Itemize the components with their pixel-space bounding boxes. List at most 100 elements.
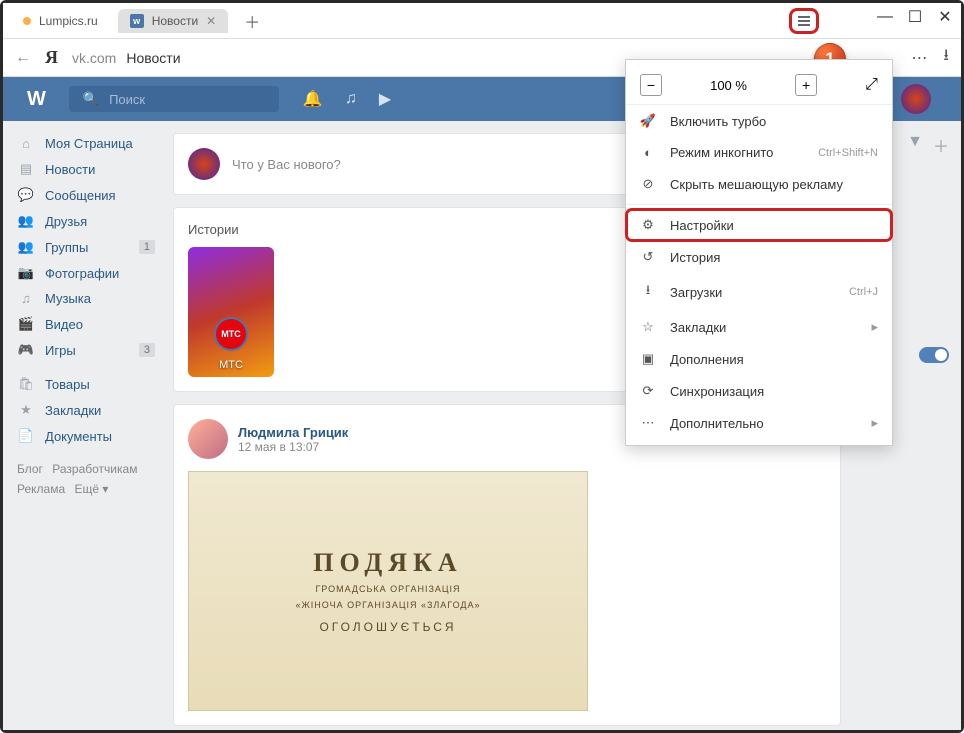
sidebar-item-groups[interactable]: 👥 Группы 1 xyxy=(3,234,169,260)
sidebar-label: Музыка xyxy=(45,291,91,306)
menu-addons[interactable]: ▣ Дополнения xyxy=(626,343,892,375)
star-icon: ☆ xyxy=(640,319,656,335)
music-icon[interactable]: ♫ xyxy=(345,90,357,108)
sidebar-label: Новости xyxy=(45,162,95,177)
menu-settings[interactable]: ⚙ Настройки xyxy=(626,209,892,241)
new-tab-button[interactable]: ＋ xyxy=(236,5,268,37)
sidebar-label: Сообщения xyxy=(45,188,116,203)
sidebar-item-market[interactable]: 🛍 Товары xyxy=(3,371,169,397)
friends-icon: 👥 xyxy=(17,213,35,229)
sidebar-item-video[interactable]: 🎬Видео xyxy=(3,311,169,337)
window-controls: — ☐ ✕ xyxy=(879,11,951,23)
more-icon[interactable]: ⋯ xyxy=(911,48,927,68)
settings-icon: ⚙ xyxy=(640,217,656,233)
sidebar-item-music[interactable]: ♫ Музыка xyxy=(3,286,169,311)
home-icon: ⌂ xyxy=(17,136,35,151)
docs-icon: 📄 xyxy=(17,428,35,444)
tab-news[interactable]: w Новости ✕ xyxy=(118,9,229,33)
fullscreen-button[interactable]: ⤢ xyxy=(865,76,878,94)
toggle-switch[interactable] xyxy=(919,347,949,363)
addons-icon: ▣ xyxy=(640,351,656,367)
zoom-in-button[interactable]: + xyxy=(795,74,817,96)
zoom-out-button[interactable]: − xyxy=(640,74,662,96)
sidebar-item-bookmarks[interactable]: ★Закладки xyxy=(3,397,169,423)
minimize-button[interactable]: — xyxy=(879,11,891,23)
user-avatar[interactable] xyxy=(901,84,931,114)
play-icon[interactable]: ▶ xyxy=(379,89,391,109)
footer-more[interactable]: Ещё ▾ xyxy=(74,482,108,496)
sidebar-label: Товары xyxy=(45,377,90,392)
menu-label: Включить турбо xyxy=(670,114,766,129)
menu-label: Скрыть мешающую рекламу xyxy=(670,177,843,192)
sidebar-badge: 3 xyxy=(139,343,155,357)
sidebar-item-docs[interactable]: 📄Документы xyxy=(3,423,169,449)
music-icon: ♫ xyxy=(17,291,35,306)
sidebar-item-news[interactable]: ▤ Новости xyxy=(3,156,169,182)
menu-label: Дополнения xyxy=(670,352,744,367)
yandex-logo-icon[interactable]: Я xyxy=(45,47,58,68)
block-icon: ⊘ xyxy=(640,176,656,192)
menu-hide-ads[interactable]: ⊘ Скрыть мешающую рекламу xyxy=(626,168,892,200)
tab-lumpics[interactable]: Lumpics.ru xyxy=(11,9,110,33)
menu-label: Закладки xyxy=(670,320,726,335)
bag-icon: 🛍 xyxy=(17,376,35,392)
composer-avatar xyxy=(188,148,220,180)
sidebar-label: Закладки xyxy=(45,403,101,418)
filter-icon[interactable]: ▼ xyxy=(907,133,923,157)
groups-icon: 👥 xyxy=(17,239,35,255)
menu-turbo[interactable]: 🚀 Включить турбо xyxy=(626,105,892,137)
cert-line: ГРОМАДСЬКА ОРГАНІЗАЦІЯ xyxy=(209,584,567,594)
search-input[interactable]: 🔍 Поиск xyxy=(69,86,279,112)
shortcut: Ctrl+J xyxy=(849,286,878,298)
story-label: МТС xyxy=(219,359,243,371)
sidebar-item-messages[interactable]: 💬 Сообщения xyxy=(3,182,169,208)
sidebar-label: Видео xyxy=(45,317,83,332)
menu-label: Настройки xyxy=(670,218,734,233)
sidebar-badge: 1 xyxy=(139,240,155,254)
footer-dev[interactable]: Разработчикам xyxy=(52,462,137,476)
story-item[interactable]: МТС МТС xyxy=(188,247,274,377)
sidebar-footer: Блог Разработчикам Реклама Ещё ▾ xyxy=(3,449,169,510)
plus-icon[interactable]: ＋ xyxy=(933,133,949,157)
post-avatar[interactable] xyxy=(188,419,228,459)
address-title: Новости xyxy=(126,50,180,66)
menu-more[interactable]: ⋯ Дополнительно ▸ xyxy=(626,407,892,439)
search-icon: 🔍 xyxy=(83,91,99,107)
shortcut: Ctrl+Shift+N xyxy=(818,147,878,159)
menu-history[interactable]: ↺ История xyxy=(626,241,892,273)
sidebar-item-friends[interactable]: 👥Друзья xyxy=(3,208,169,234)
news-icon: ▤ xyxy=(17,161,35,177)
download-icon[interactable]: ⭳ xyxy=(943,44,949,71)
menu-incognito[interactable]: ◐ Режим инкогнито Ctrl+Shift+N xyxy=(626,137,892,168)
vk-favicon-icon: w xyxy=(130,14,144,28)
sidebar-item-photos[interactable]: 📷Фотографии xyxy=(3,260,169,286)
menu-label: История xyxy=(670,250,720,265)
menu-downloads[interactable]: ⭳ Загрузки Ctrl+J xyxy=(626,273,892,311)
maximize-button[interactable]: ☐ xyxy=(909,11,921,23)
vk-logo-icon[interactable]: W xyxy=(27,88,45,111)
sidebar-item-games[interactable]: 🎮Игры3 xyxy=(3,337,169,363)
zoom-controls: − 100 % + ⤢ xyxy=(626,66,892,105)
post-author[interactable]: Людмила Грицик xyxy=(238,425,348,440)
footer-blog[interactable]: Блог xyxy=(17,462,43,476)
message-icon: 💬 xyxy=(17,187,35,203)
menu-bookmarks[interactable]: ☆ Закладки ▸ xyxy=(626,311,892,343)
sidebar-label: Моя Страница xyxy=(45,136,133,151)
menu-label: Загрузки xyxy=(670,285,722,300)
sidebar-label: Игры xyxy=(45,343,76,358)
menu-button[interactable] xyxy=(789,8,819,34)
close-button[interactable]: ✕ xyxy=(939,11,951,23)
tab-label: Новости xyxy=(152,14,198,28)
post-image[interactable]: ПОДЯКА ГРОМАДСЬКА ОРГАНІЗАЦІЯ «ЖІНОЧА ОР… xyxy=(188,471,588,711)
sidebar: ⌂ Моя Страница ▤ Новости 💬 Сообщения 👥Друзь… xyxy=(3,121,169,730)
address-input[interactable]: vk.com Новости xyxy=(72,50,181,66)
notifications-icon[interactable]: 🔔 xyxy=(303,89,323,109)
sidebar-item-my-page[interactable]: ⌂ Моя Страница xyxy=(3,131,169,156)
menu-sync[interactable]: ⟳ Синхронизация xyxy=(626,375,892,407)
sidebar-label: Группы xyxy=(45,240,88,255)
address-domain: vk.com xyxy=(72,50,116,66)
footer-ads[interactable]: Реклама xyxy=(17,482,65,496)
back-button[interactable]: ← xyxy=(15,49,31,67)
close-icon[interactable]: ✕ xyxy=(206,14,216,28)
cert-line: «ЖІНОЧА ОРГАНІЗАЦІЯ «ЗЛАГОДА» xyxy=(209,600,567,610)
